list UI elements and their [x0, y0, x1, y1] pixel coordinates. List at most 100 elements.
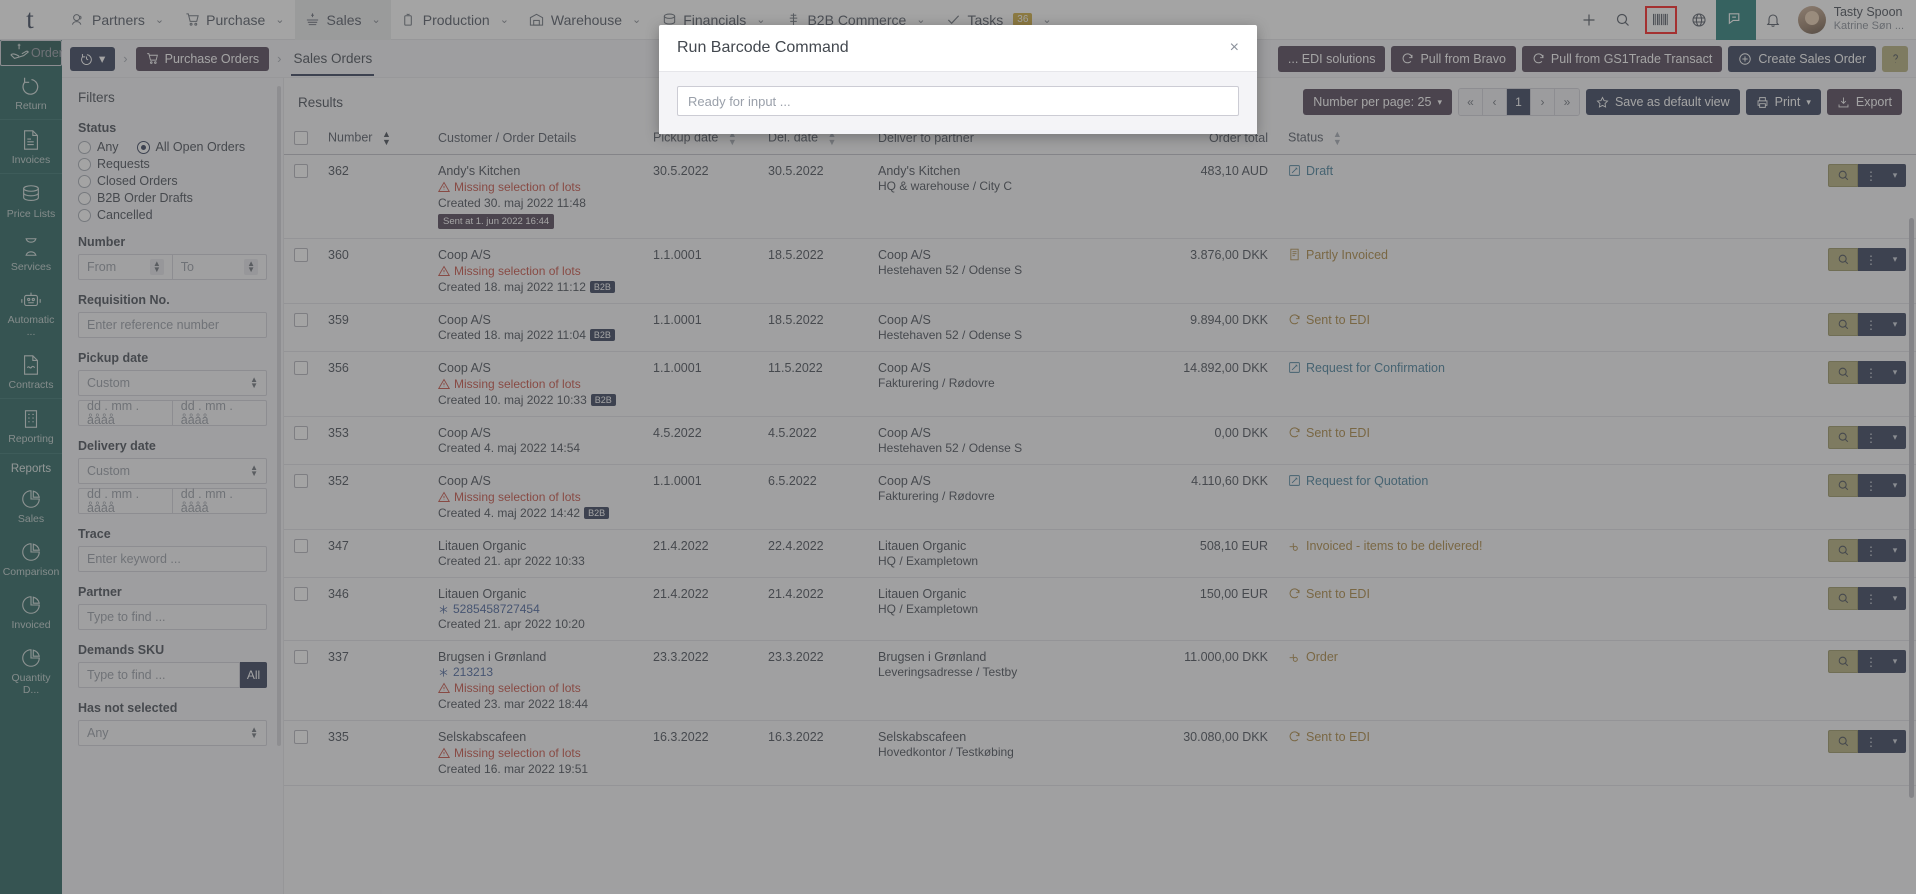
row-inspect-button[interactable] [1828, 164, 1858, 187]
pager-first[interactable]: « [1459, 89, 1483, 115]
chevron-down-icon[interactable]: ⌄ [500, 13, 509, 26]
radio-closed-orders[interactable]: Closed Orders [78, 174, 267, 188]
pager-last[interactable]: » [1555, 89, 1579, 115]
row-checkbox[interactable] [294, 426, 308, 440]
has-not-selected-select[interactable]: Any ▲▼ [78, 720, 267, 746]
create-sales-order-button[interactable]: Create Sales Order [1728, 46, 1876, 72]
row-dropdown-button[interactable]: ▾ [1884, 248, 1906, 271]
pull-from-gs1trade-button[interactable]: Pull from GS1Trade Transact [1522, 46, 1722, 72]
table-row[interactable]: 347Litauen OrganicCreated 21. apr 2022 1… [284, 530, 1916, 578]
breadcrumb-current[interactable]: Sales Orders [289, 51, 376, 66]
row-checkbox[interactable] [294, 164, 308, 178]
sidebar-item-automatic[interactable]: Automatic ... [0, 280, 62, 345]
print-button[interactable]: Print ▾ [1746, 89, 1821, 115]
sidebar-item-report-comparison[interactable]: Comparison [0, 532, 62, 585]
col-number[interactable]: Number ▲▼ [318, 122, 428, 155]
row-more-button[interactable]: ⋮ [1858, 313, 1884, 336]
row-more-button[interactable]: ⋮ [1858, 587, 1884, 610]
radio-requests[interactable]: Requests [78, 157, 267, 171]
row-checkbox[interactable] [294, 730, 308, 744]
radio-b2b-order-drafts[interactable]: B2B Order Drafts [78, 191, 267, 205]
table-scrollbar[interactable] [1909, 218, 1914, 798]
stepper-arrows-icon[interactable]: ▲▼ [150, 259, 164, 275]
row-more-button[interactable]: ⋮ [1858, 164, 1884, 187]
row-dropdown-button[interactable]: ▾ [1884, 539, 1906, 562]
barcode-icon[interactable] [1644, 5, 1678, 35]
plus-icon[interactable] [1572, 0, 1606, 40]
chevron-down-icon[interactable]: ⌄ [155, 13, 164, 26]
row-more-button[interactable]: ⋮ [1858, 426, 1884, 449]
delivery-date-from-input[interactable]: dd . mm . åååå [78, 488, 173, 514]
row-more-button[interactable]: ⋮ [1858, 650, 1884, 673]
radio-cancelled[interactable]: Cancelled [78, 208, 267, 222]
nav-item-warehouse[interactable]: Warehouse ⌄ [519, 0, 651, 40]
save-default-view-button[interactable]: Save as default view [1586, 89, 1740, 115]
row-inspect-button[interactable] [1828, 650, 1858, 673]
radio-any[interactable]: Any [78, 140, 119, 154]
barcode-input[interactable]: Ready for input ... [677, 86, 1239, 116]
row-dropdown-button[interactable]: ▾ [1884, 164, 1906, 187]
row-checkbox[interactable] [294, 248, 308, 262]
chevron-down-icon[interactable]: ⌄ [275, 13, 284, 26]
trace-input[interactable]: Enter keyword ... [78, 546, 267, 572]
table-row[interactable]: 352Coop A/SMissing selection of lotsCrea… [284, 465, 1916, 530]
sidebar-item-contracts[interactable]: Contracts [0, 345, 62, 398]
row-inspect-button[interactable] [1828, 313, 1858, 336]
row-more-button[interactable]: ⋮ [1858, 361, 1884, 384]
sidebar-item-reporting[interactable]: Reporting [0, 399, 62, 452]
row-more-button[interactable]: ⋮ [1858, 474, 1884, 497]
row-checkbox[interactable] [294, 474, 308, 488]
delivery-date-mode-select[interactable]: Custom ▲▼ [78, 458, 267, 484]
row-more-button[interactable]: ⋮ [1858, 730, 1884, 753]
row-inspect-button[interactable] [1828, 426, 1858, 449]
globe-icon[interactable] [1682, 0, 1716, 40]
bell-icon[interactable] [1756, 0, 1790, 40]
filters-scrollbar[interactable] [277, 86, 281, 746]
row-dropdown-button[interactable]: ▾ [1884, 474, 1906, 497]
breadcrumb-purchase-orders[interactable]: Purchase Orders [136, 47, 269, 71]
sidebar-item-services[interactable]: Services [0, 227, 62, 280]
sidebar-item-price-lists[interactable]: Price Lists [0, 174, 62, 227]
table-row[interactable]: 359Coop A/SCreated 18. maj 2022 11:04B2B… [284, 304, 1916, 352]
row-more-button[interactable]: ⋮ [1858, 539, 1884, 562]
number-to-input[interactable]: To ▲▼ [173, 254, 267, 280]
col-status[interactable]: Status ▲▼ [1278, 122, 1533, 155]
help-button[interactable] [1882, 46, 1908, 72]
row-dropdown-button[interactable]: ▾ [1884, 426, 1906, 449]
radio-all-open-orders[interactable]: All Open Orders [137, 140, 246, 154]
nav-item-partners[interactable]: Partners ⌄ [60, 0, 174, 40]
sidebar-item-report-sales[interactable]: Sales [0, 479, 62, 532]
search-icon[interactable] [1606, 0, 1640, 40]
row-inspect-button[interactable] [1828, 539, 1858, 562]
pager-page-1[interactable]: 1 [1507, 89, 1531, 115]
row-dropdown-button[interactable]: ▾ [1884, 650, 1906, 673]
row-inspect-button[interactable] [1828, 730, 1858, 753]
stepper-arrows-icon[interactable]: ▲▼ [244, 259, 258, 275]
user-menu[interactable]: Tasty Spoon Katrine Søn ... [1790, 5, 1916, 34]
number-from-input[interactable]: From ▲▼ [78, 254, 173, 280]
delivery-date-to-input[interactable]: dd . mm . åååå [173, 488, 267, 514]
sidebar-item-report-invoiced[interactable]: Invoiced [0, 585, 62, 638]
row-inspect-button[interactable] [1828, 587, 1858, 610]
pager-prev[interactable]: ‹ [1483, 89, 1507, 115]
partner-input[interactable]: Type to find ... [78, 604, 267, 630]
row-dropdown-button[interactable]: ▾ [1884, 313, 1906, 336]
nav-item-sales[interactable]: Sales ⌄ [295, 0, 391, 40]
chevron-down-icon[interactable]: ⌄ [632, 13, 641, 26]
row-checkbox[interactable] [294, 539, 308, 553]
table-row[interactable]: 337Brugsen i Grønland213213Missing selec… [284, 641, 1916, 721]
app-logo[interactable]: t [0, 0, 60, 40]
row-dropdown-button[interactable]: ▾ [1884, 587, 1906, 610]
demands-sku-input[interactable]: Type to find ... [78, 662, 240, 688]
row-inspect-button[interactable] [1828, 248, 1858, 271]
nav-item-purchase[interactable]: Purchase ⌄ [174, 0, 294, 40]
sidebar-item-report-quantity[interactable]: Quantity D... [0, 638, 62, 703]
chevron-down-icon[interactable]: ⌄ [372, 13, 381, 26]
requisition-input[interactable]: Enter reference number [78, 312, 267, 338]
row-checkbox[interactable] [294, 650, 308, 664]
demands-sku-all-button[interactable]: All [240, 662, 267, 688]
table-row[interactable]: 335SelskabscafeenMissing selection of lo… [284, 721, 1916, 786]
table-row[interactable]: 362Andy's KitchenMissing selection of lo… [284, 155, 1916, 239]
pickup-date-mode-select[interactable]: Custom ▲▼ [78, 370, 267, 396]
chat-icon[interactable] [1716, 0, 1756, 40]
